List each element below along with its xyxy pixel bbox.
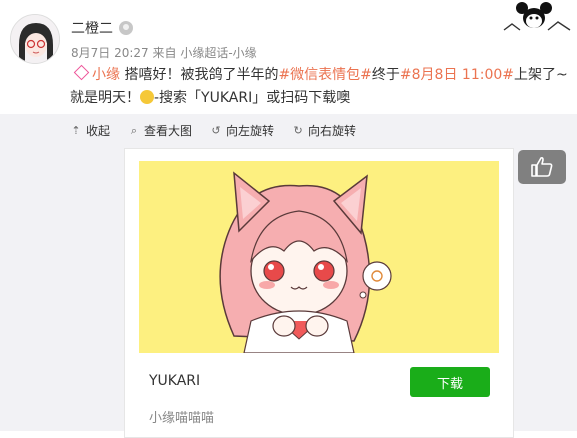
view-large-label: 查看大图	[144, 124, 193, 138]
cat-girl-illustration	[139, 161, 499, 353]
card-subtitle: 小缘喵喵喵	[149, 411, 215, 426]
rotate-right-icon: ↻	[293, 123, 303, 137]
card-title: YUKARI	[149, 373, 201, 389]
rotate-left-icon: ↺	[211, 123, 221, 137]
post-date[interactable]: 8月7日 20:27	[71, 46, 149, 60]
download-button[interactable]: 下载	[410, 367, 490, 397]
post-text-2: 终于	[371, 67, 400, 83]
avatar[interactable]	[10, 14, 60, 64]
post-text: 小缘 搭嘻好！被我鸽了半年的#微信表情包#终于#8月8日 11:00#上架了~就…	[70, 64, 575, 110]
rotate-right-button[interactable]: ↻ 向右旋转	[292, 122, 356, 139]
media-actions: ⇡ 收起 ⌕ 查看大图 ↺ 向左旋转 ↻ 向右旋转	[70, 122, 356, 139]
sticker-banner-image[interactable]	[139, 161, 499, 353]
rotate-right-label: 向右旋转	[308, 124, 357, 138]
thumbs-up-icon	[531, 156, 553, 177]
post-text-4: -搜索「YUKARI」或扫码下载噢	[154, 90, 351, 106]
collapse-button[interactable]: ⇡ 收起	[70, 122, 110, 139]
collapse-icon: ⇡	[71, 123, 81, 137]
emoji-icon	[140, 90, 154, 104]
post-text-1: 搭嘻好！被我鸽了半年的	[120, 67, 279, 83]
avatar-image	[11, 15, 59, 63]
username[interactable]: 二橙二	[71, 18, 113, 38]
super-topic-icon	[73, 64, 90, 81]
rotate-left-button[interactable]: ↺ 向左旋转	[210, 122, 274, 139]
post-meta: 8月7日 20:27 来自 小缘超话-小缘	[71, 44, 257, 61]
like-button[interactable]	[518, 150, 566, 184]
member-badge-icon	[119, 21, 133, 35]
post-source[interactable]: 小缘超话-小缘	[180, 46, 256, 60]
rotate-left-label: 向左旋转	[226, 124, 275, 138]
username-row: 二橙二	[71, 18, 133, 38]
topic-link[interactable]: 小缘	[92, 67, 120, 83]
mickey-decoration-icon	[503, 2, 571, 31]
view-large-button[interactable]: ⌕ 查看大图	[128, 122, 192, 139]
collapse-label: 收起	[86, 124, 111, 138]
hashtag-date[interactable]: #8月8日 11:00#	[400, 67, 514, 83]
sticker-card[interactable]: YUKARI 下载 小缘喵喵喵	[124, 148, 514, 438]
source-prefix: 来自	[152, 46, 177, 60]
zoom-icon: ⌕	[130, 123, 138, 137]
hashtag-wechat-stickers[interactable]: #微信表情包#	[278, 67, 371, 83]
